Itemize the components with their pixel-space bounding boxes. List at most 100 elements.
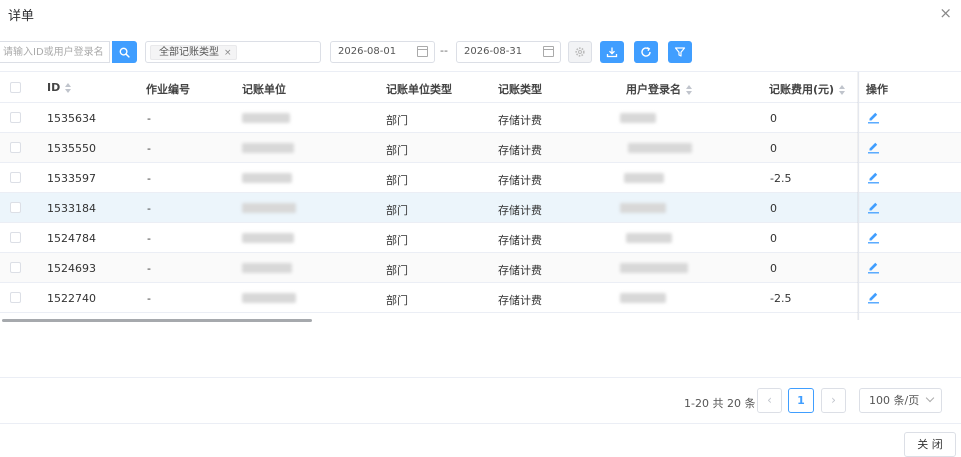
end-date-value: 2026-08-31 [464, 46, 523, 57]
table-row[interactable]: 1535634 - 部门 存储计费 0 [0, 103, 961, 133]
column-header-job: 作业编号 [146, 83, 190, 96]
redacted-username [620, 293, 666, 303]
cell-fee: 0 [770, 202, 777, 215]
billing-type-tag: 全部记账类型 × [150, 45, 237, 60]
edit-icon[interactable] [867, 261, 880, 274]
table-header: ID 作业编号 记账单位 记账单位类型 记账类型 用户登录名 记账费用(元) 操… [0, 72, 961, 103]
column-header-unit-type: 记账单位类型 [386, 83, 452, 96]
redacted-unit [242, 203, 296, 213]
cell-billing-type: 存储计费 [498, 144, 542, 157]
end-date-input[interactable]: 2026-08-31 [456, 41, 561, 63]
redacted-username [628, 143, 692, 153]
cell-id: 1535550 [47, 142, 96, 155]
column-header-fee[interactable]: 记账费用(元) [769, 81, 846, 97]
edit-icon[interactable] [867, 111, 880, 124]
date-range-separator: -- [440, 44, 448, 57]
cell-fee: -2.5 [770, 172, 792, 185]
dialog-title: 详单 [8, 9, 35, 24]
column-header-username[interactable]: 用户登录名 [626, 81, 692, 97]
redacted-username [626, 233, 672, 243]
table-row[interactable]: 1524784 - 部门 存储计费 0 [0, 223, 961, 253]
search-icon [119, 47, 130, 58]
sort-icon[interactable] [686, 85, 692, 95]
footer-divider [0, 423, 961, 424]
cell-billing-type: 存储计费 [498, 234, 542, 247]
billing-type-select[interactable]: 全部记账类型 × [145, 41, 321, 63]
pagination-divider [0, 377, 961, 378]
calendar-icon [417, 46, 428, 57]
fixed-column-shadow [857, 72, 860, 320]
cell-id: 1524784 [47, 232, 96, 245]
column-header-billing-type: 记账类型 [498, 83, 542, 96]
download-icon [606, 47, 618, 58]
pagination-total: 1-20 共 20 条 [684, 397, 756, 410]
redacted-unit [242, 173, 292, 183]
cell-job: - [147, 142, 151, 155]
page-number-current[interactable]: 1 [788, 388, 814, 413]
redacted-username [620, 113, 656, 123]
cell-id: 1533184 [47, 202, 96, 215]
redacted-username [620, 263, 688, 273]
page-size-value: 100 条/页 [869, 394, 920, 407]
column-header-unit: 记账单位 [242, 83, 286, 96]
redacted-username [620, 203, 666, 213]
cell-unit-type: 部门 [386, 204, 408, 217]
prev-page-button[interactable]: ‹ [757, 388, 782, 413]
search-input[interactable] [0, 41, 110, 63]
search-button[interactable] [112, 41, 137, 63]
billing-type-tag-label: 全部记账类型 [159, 47, 219, 58]
filter-button[interactable] [668, 41, 692, 63]
horizontal-scrollbar[interactable] [2, 319, 312, 322]
cell-id: 1522740 [47, 292, 96, 305]
next-page-button[interactable]: › [821, 388, 846, 413]
tag-close-icon[interactable]: × [224, 48, 232, 58]
row-checkbox[interactable] [10, 142, 21, 153]
calendar-icon [543, 46, 554, 57]
row-checkbox[interactable] [10, 202, 21, 213]
cell-id: 1533597 [47, 172, 96, 185]
table-row[interactable]: 1535550 - 部门 存储计费 0 [0, 133, 961, 163]
row-checkbox[interactable] [10, 232, 21, 243]
column-header-id[interactable]: ID [47, 81, 72, 94]
toolbar: 全部记账类型 × 2026-08-01 -- 2026-08-31 [0, 41, 961, 65]
edit-icon[interactable] [867, 171, 880, 184]
redacted-unit [242, 263, 292, 273]
close-icon[interactable]: × [939, 4, 952, 22]
cell-job: - [147, 262, 151, 275]
edit-icon[interactable] [867, 141, 880, 154]
sort-icon[interactable] [839, 85, 846, 95]
refresh-button[interactable] [634, 41, 658, 63]
table-row[interactable]: 1533184 - 部门 存储计费 0 [0, 193, 961, 223]
download-button[interactable] [600, 41, 624, 63]
row-checkbox[interactable] [10, 292, 21, 303]
table-row[interactable]: 1522740 - 部门 存储计费 -2.5 [0, 283, 961, 313]
page-size-select[interactable]: 100 条/页 [859, 388, 942, 413]
select-all-checkbox[interactable] [10, 82, 21, 93]
chevron-down-icon [925, 393, 935, 403]
cell-unit-type: 部门 [386, 264, 408, 277]
cell-unit-type: 部门 [386, 144, 408, 157]
cell-id: 1524693 [47, 262, 96, 275]
row-checkbox[interactable] [10, 262, 21, 273]
redacted-unit [242, 143, 294, 153]
settings-icon [575, 47, 585, 57]
cell-fee: 0 [770, 262, 777, 275]
cell-job: - [147, 172, 151, 185]
edit-icon[interactable] [867, 291, 880, 304]
edit-icon[interactable] [867, 231, 880, 244]
table-row[interactable]: 1533597 - 部门 存储计费 -2.5 [0, 163, 961, 193]
table-row[interactable]: 1524693 - 部门 存储计费 0 [0, 253, 961, 283]
cell-job: - [147, 112, 151, 125]
cell-job: - [147, 232, 151, 245]
start-date-input[interactable]: 2026-08-01 [330, 41, 435, 63]
settings-button[interactable] [568, 41, 592, 63]
sort-icon[interactable] [65, 83, 72, 93]
start-date-value: 2026-08-01 [338, 46, 397, 57]
cell-id: 1535634 [47, 112, 96, 125]
redacted-unit [242, 113, 290, 123]
dialog-header: 详单 × [0, 0, 961, 30]
close-button[interactable]: 关 闭 [904, 432, 956, 457]
edit-icon[interactable] [867, 201, 880, 214]
row-checkbox[interactable] [10, 172, 21, 183]
row-checkbox[interactable] [10, 112, 21, 123]
